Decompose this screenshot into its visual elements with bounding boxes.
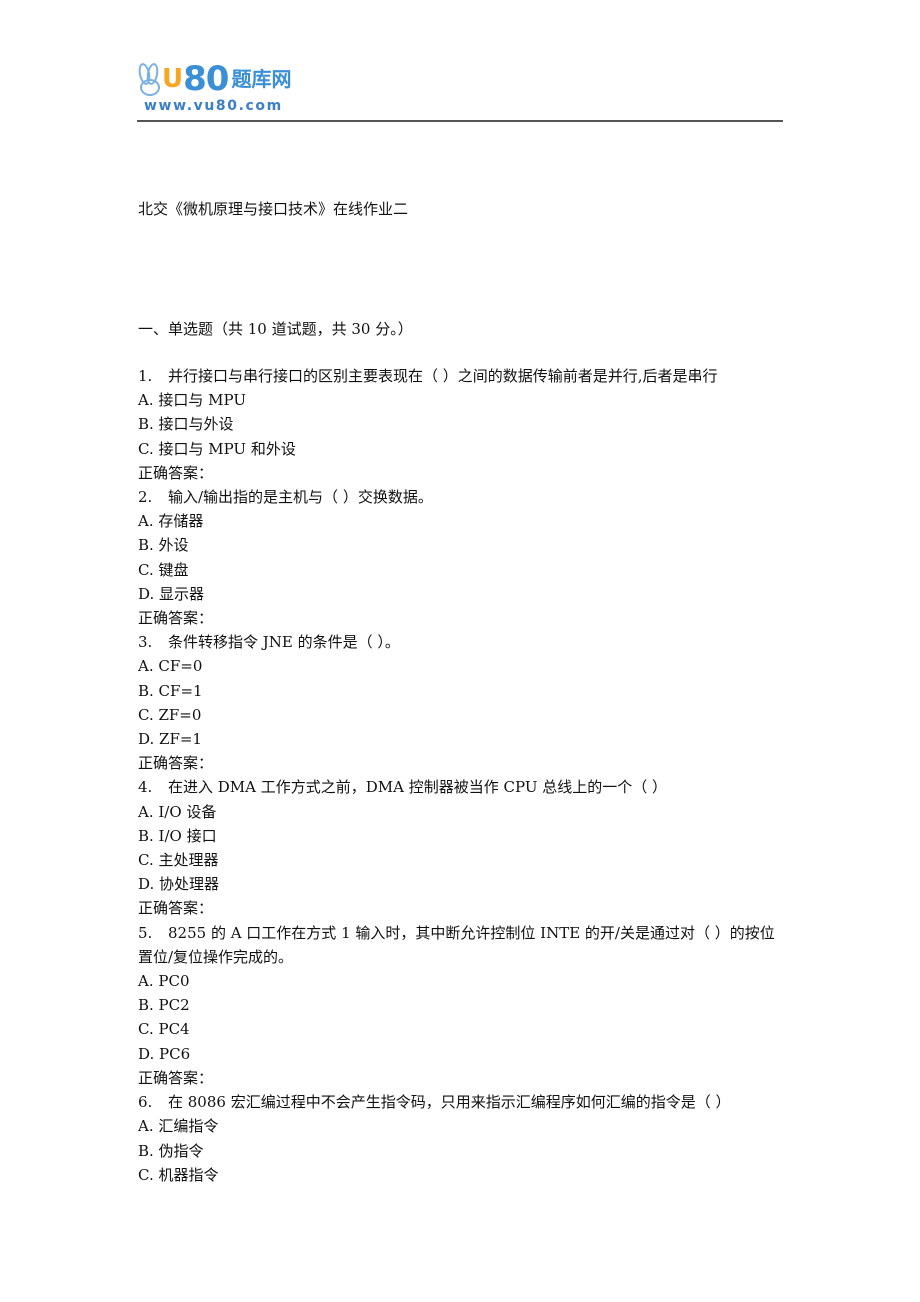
answer-option: B. 伪指令 [138, 1141, 204, 1160]
bunny-icon [136, 62, 160, 96]
question-item: 1. 并行接口与串行接口的区别主要表现在（ ）之间的数据传输前者是并行,后者是串行… [138, 364, 788, 485]
question-number: 4. [138, 778, 153, 797]
logo-80: 80 [183, 59, 229, 99]
answer-option: B. CF=1 [138, 681, 203, 700]
question-text: 并行接口与串行接口的区别主要表现在（ ）之间的数据传输前者是并行,后者是串行 [168, 367, 718, 385]
question-item: 4. 在进入 DMA 工作方式之前，DMA 控制器被当作 CPU 总线上的一个（ … [138, 775, 788, 920]
correct-answer-label: 正确答案： [138, 754, 214, 773]
answer-option: B. 接口与外设 [138, 415, 234, 434]
correct-answer-label: 正确答案： [138, 899, 214, 918]
question-stem: 6. 在 8086 宏汇编过程中不会产生指令码，只用来指示汇编程序如何汇编的指令是… [138, 1090, 788, 1114]
logo-mark: U 80 题库网 [136, 59, 292, 99]
answer-option: C. 键盘 [138, 560, 189, 579]
answer-option: D. 协处理器 [138, 875, 220, 894]
logo-u: U [162, 64, 184, 94]
question-number: 3. [138, 633, 153, 652]
answer-option: A. 存储器 [138, 512, 204, 531]
answer-option: A. PC0 [138, 972, 190, 991]
section-heading: 一、单选题（共 10 道试题，共 30 分。） [138, 320, 413, 338]
question-stem: 1. 并行接口与串行接口的区别主要表现在（ ）之间的数据传输前者是并行,后者是串行 [138, 364, 788, 388]
answer-option: D. PC6 [138, 1044, 191, 1063]
answer-option: A. CF=0 [138, 657, 203, 676]
answer-option: C. 接口与 MPU 和外设 [138, 439, 296, 458]
answer-option: A. 接口与 MPU [138, 391, 246, 410]
document-title: 北交《微机原理与接口技术》在线作业二 [138, 200, 409, 218]
answer-option: C. ZF=0 [138, 705, 202, 724]
question-item: 6. 在 8086 宏汇编过程中不会产生指令码，只用来指示汇编程序如何汇编的指令是… [138, 1090, 788, 1187]
site-logo: U 80 题库网 www.vu80.com [136, 58, 328, 118]
correct-answer-label: 正确答案： [138, 609, 214, 628]
answer-option: A. I/O 设备 [138, 802, 217, 821]
question-item: 3. 条件转移指令 JNE 的条件是（ ）。 A. CF=0 B. CF=1 C. ZF… [138, 630, 788, 775]
question-text: 在进入 DMA 工作方式之前，DMA 控制器被当作 CPU 总线上的一个（ ） [168, 778, 667, 797]
answer-option: B. PC2 [138, 996, 190, 1015]
header-divider [137, 120, 783, 122]
question-stem: 3. 条件转移指令 JNE 的条件是（ ）。 [138, 630, 788, 654]
question-text: 输入/输出指的是主机与（ ）交换数据。 [168, 488, 433, 507]
question-text: 8255 的 A 口工作在方式 1 输入时，其中断允许控制位 INTE 的开/关… [138, 923, 775, 966]
answer-option: C. 主处理器 [138, 851, 219, 870]
question-list: 1. 并行接口与串行接口的区别主要表现在（ ）之间的数据传输前者是并行,后者是串行… [138, 364, 788, 1187]
answer-option: C. 机器指令 [138, 1165, 219, 1184]
answer-option: B. 外设 [138, 536, 189, 555]
answer-option: D. 显示器 [138, 584, 205, 603]
question-stem: 5. 8255 的 A 口工作在方式 1 输入时，其中断允许控制位 INTE 的开… [138, 921, 788, 969]
question-item: 2. 输入/输出指的是主机与（ ）交换数据。 A. 存储器 B. 外设 C. 键盘 D. … [138, 485, 788, 630]
question-stem: 4. 在进入 DMA 工作方式之前，DMA 控制器被当作 CPU 总线上的一个（ … [138, 775, 788, 799]
question-text: 在 8086 宏汇编过程中不会产生指令码，只用来指示汇编程序如何汇编的指令是（ … [168, 1093, 731, 1112]
question-text: 条件转移指令 JNE 的条件是（ ）。 [168, 633, 400, 652]
logo-chinese-name: 题库网 [231, 67, 292, 91]
correct-answer-label: 正确答案： [138, 1068, 214, 1087]
question-stem: 2. 输入/输出指的是主机与（ ）交换数据。 [138, 485, 788, 509]
answer-option: D. ZF=1 [138, 730, 202, 749]
answer-option: C. PC4 [138, 1020, 190, 1039]
correct-answer-label: 正确答案： [138, 463, 214, 482]
answer-option: B. I/O 接口 [138, 826, 217, 845]
question-number: 1. [138, 367, 153, 385]
question-number: 5. [138, 923, 153, 942]
answer-option: A. 汇编指令 [138, 1117, 219, 1136]
question-number: 6. [138, 1093, 153, 1112]
question-number: 2. [138, 488, 153, 507]
logo-url: www.vu80.com [144, 98, 283, 114]
question-item: 5. 8255 的 A 口工作在方式 1 输入时，其中断允许控制位 INTE 的开… [138, 921, 788, 1090]
